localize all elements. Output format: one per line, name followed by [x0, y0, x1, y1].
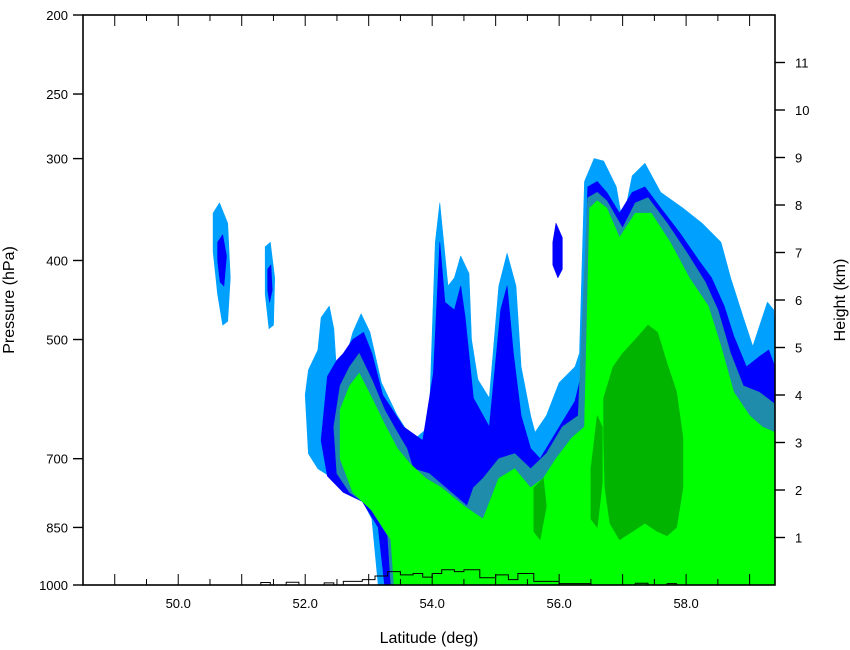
- contour-fill-layer: [212, 158, 775, 585]
- x-tick-label: 54.0: [420, 596, 445, 611]
- pressure-tick-label: 500: [46, 333, 68, 348]
- x-tick-label: 56.0: [546, 596, 571, 611]
- pressure-tick-label: 400: [46, 253, 68, 268]
- height-axis: 1 2 3 4 5 6 7 8 9 10 11: [775, 56, 809, 546]
- pressure-tick-label: 1000: [39, 578, 68, 593]
- height-tick-label: 9: [795, 151, 802, 166]
- x-tick-label: 58.0: [673, 596, 698, 611]
- height-tick-label: 3: [795, 436, 802, 451]
- height-tick-label: 4: [795, 388, 802, 403]
- height-tick-label: 7: [795, 246, 802, 261]
- x-tick-label: 52.0: [293, 596, 318, 611]
- pressure-tick-label: 850: [46, 520, 68, 535]
- pressure-tick-label: 200: [46, 8, 68, 23]
- pressure-tick-label: 250: [46, 87, 68, 102]
- height-tick-label: 5: [795, 341, 802, 356]
- contour-region-level-1: [552, 222, 563, 279]
- x-tick-label: 50.0: [166, 596, 191, 611]
- height-tick-label: 11: [795, 56, 809, 71]
- height-tick-label: 2: [795, 483, 802, 498]
- pressure-axis-title: Pressure (hPa): [1, 246, 18, 354]
- height-tick-label: 6: [795, 293, 802, 308]
- height-axis-title: Height (km): [832, 259, 849, 342]
- height-tick-label: 8: [795, 198, 802, 213]
- pressure-latitude-cross-section-chart: 50.0 52.0 54.0 56.0 58.0 200 250 300 400 500 700 8…: [1, 8, 849, 647]
- height-tick-label: 1: [795, 531, 802, 546]
- height-tick-label: 10: [795, 103, 809, 118]
- pressure-tick-label: 700: [46, 452, 68, 467]
- pressure-tick-label: 300: [46, 152, 68, 167]
- pressure-axis: 200 250 300 400 500 700 850 1000: [39, 8, 83, 593]
- x-axis-title: Latitude (deg): [380, 630, 479, 647]
